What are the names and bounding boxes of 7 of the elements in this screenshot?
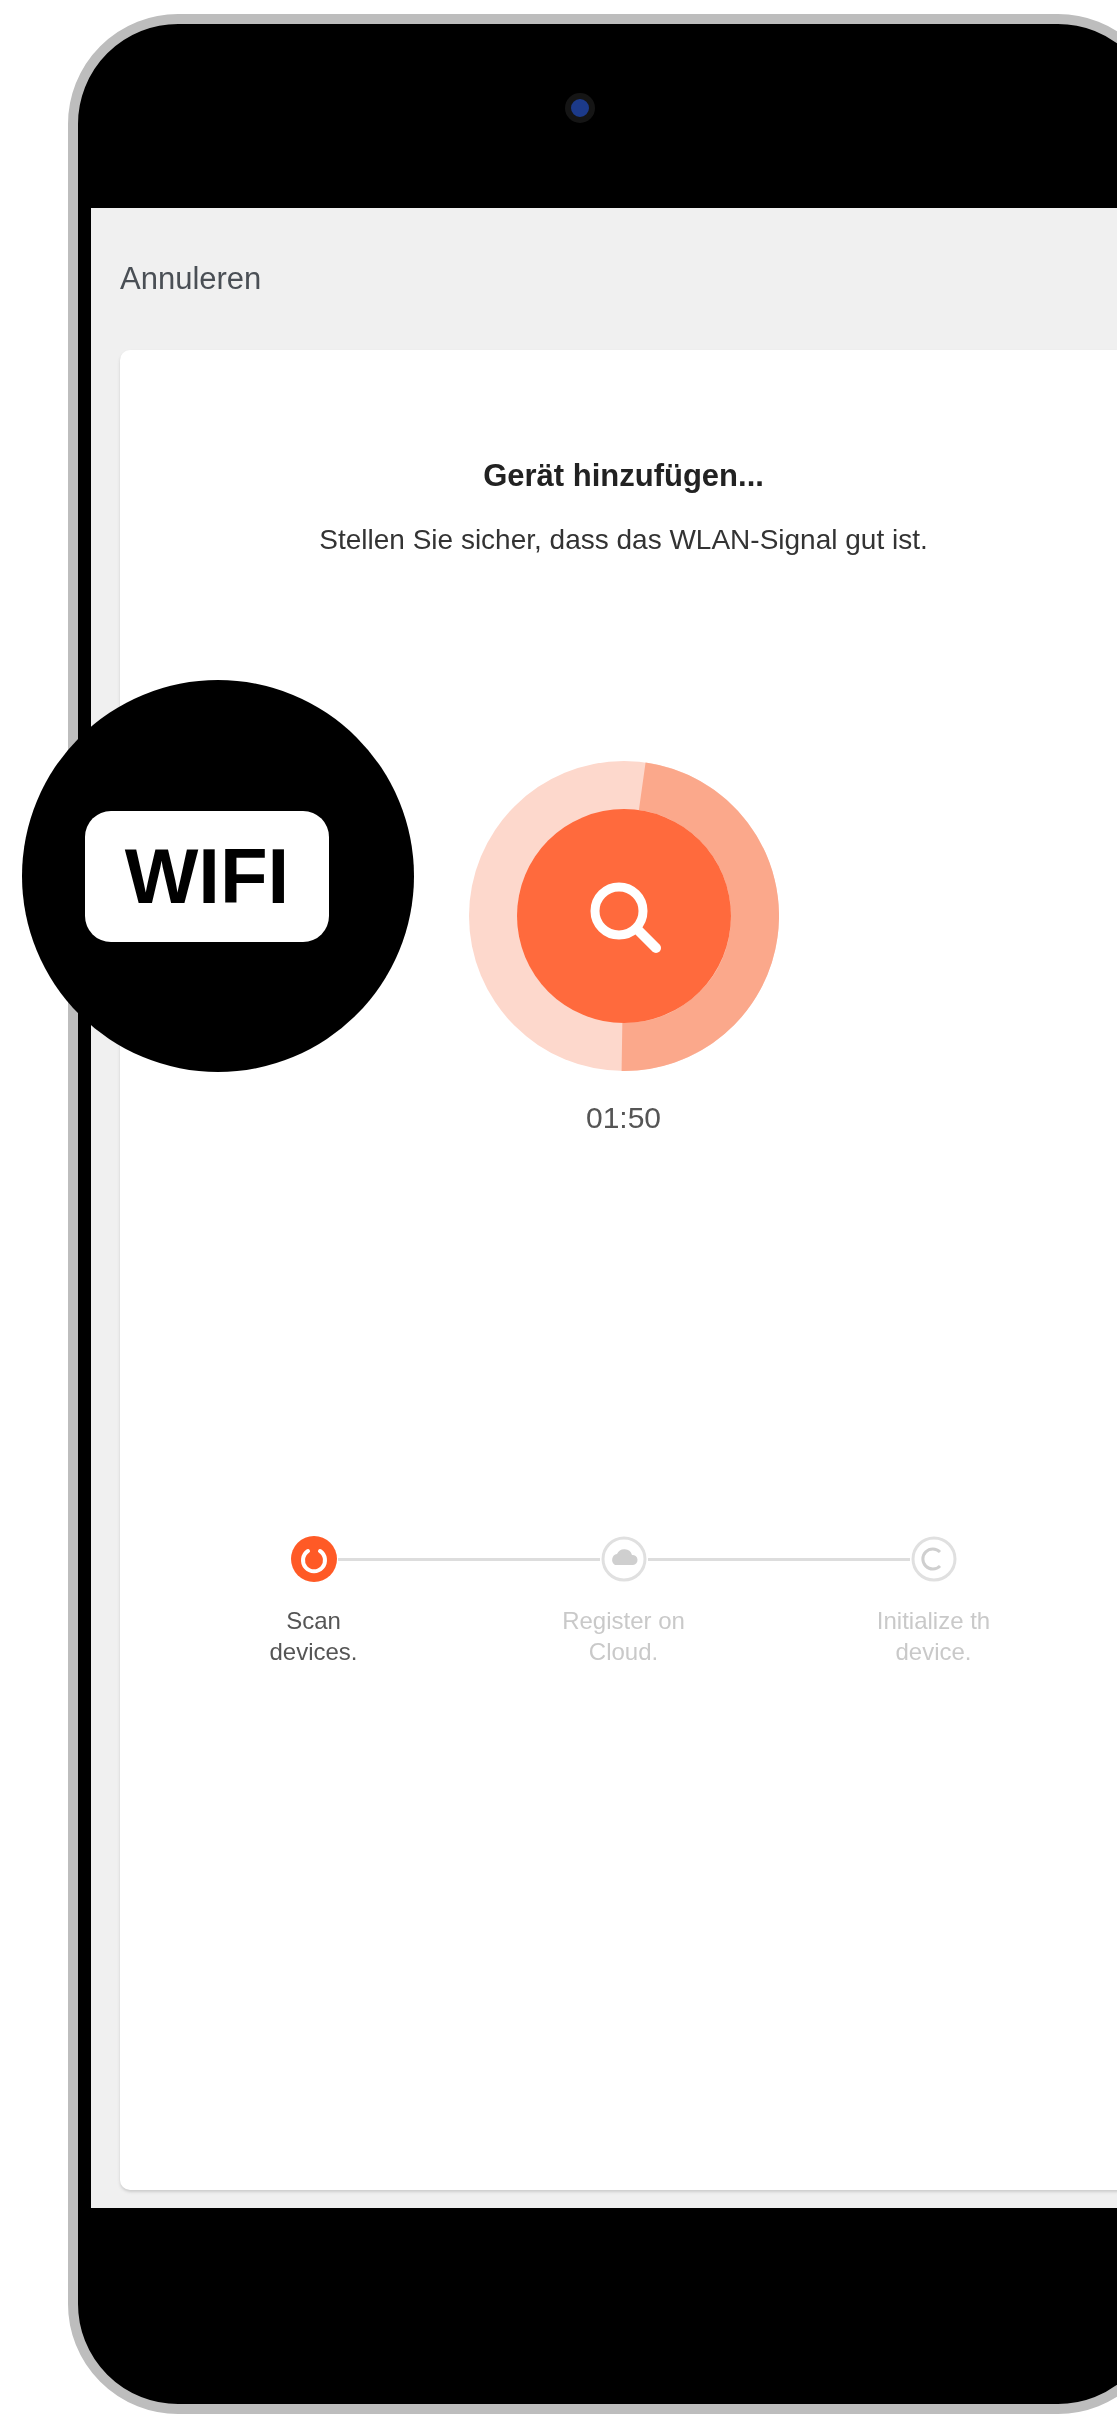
title: Gerät hinzufügen... xyxy=(483,458,764,494)
camera-icon xyxy=(564,93,595,123)
wifi-label: WIFI xyxy=(84,810,330,942)
step-label: Scan devices. xyxy=(269,1606,358,1668)
timer: 01:50 xyxy=(585,1101,662,1135)
subtitle: Stellen Sie sicher, dass das WLAN-Signal gut ist. xyxy=(319,524,928,556)
cancel-button[interactable]: Annuleren xyxy=(120,261,262,297)
